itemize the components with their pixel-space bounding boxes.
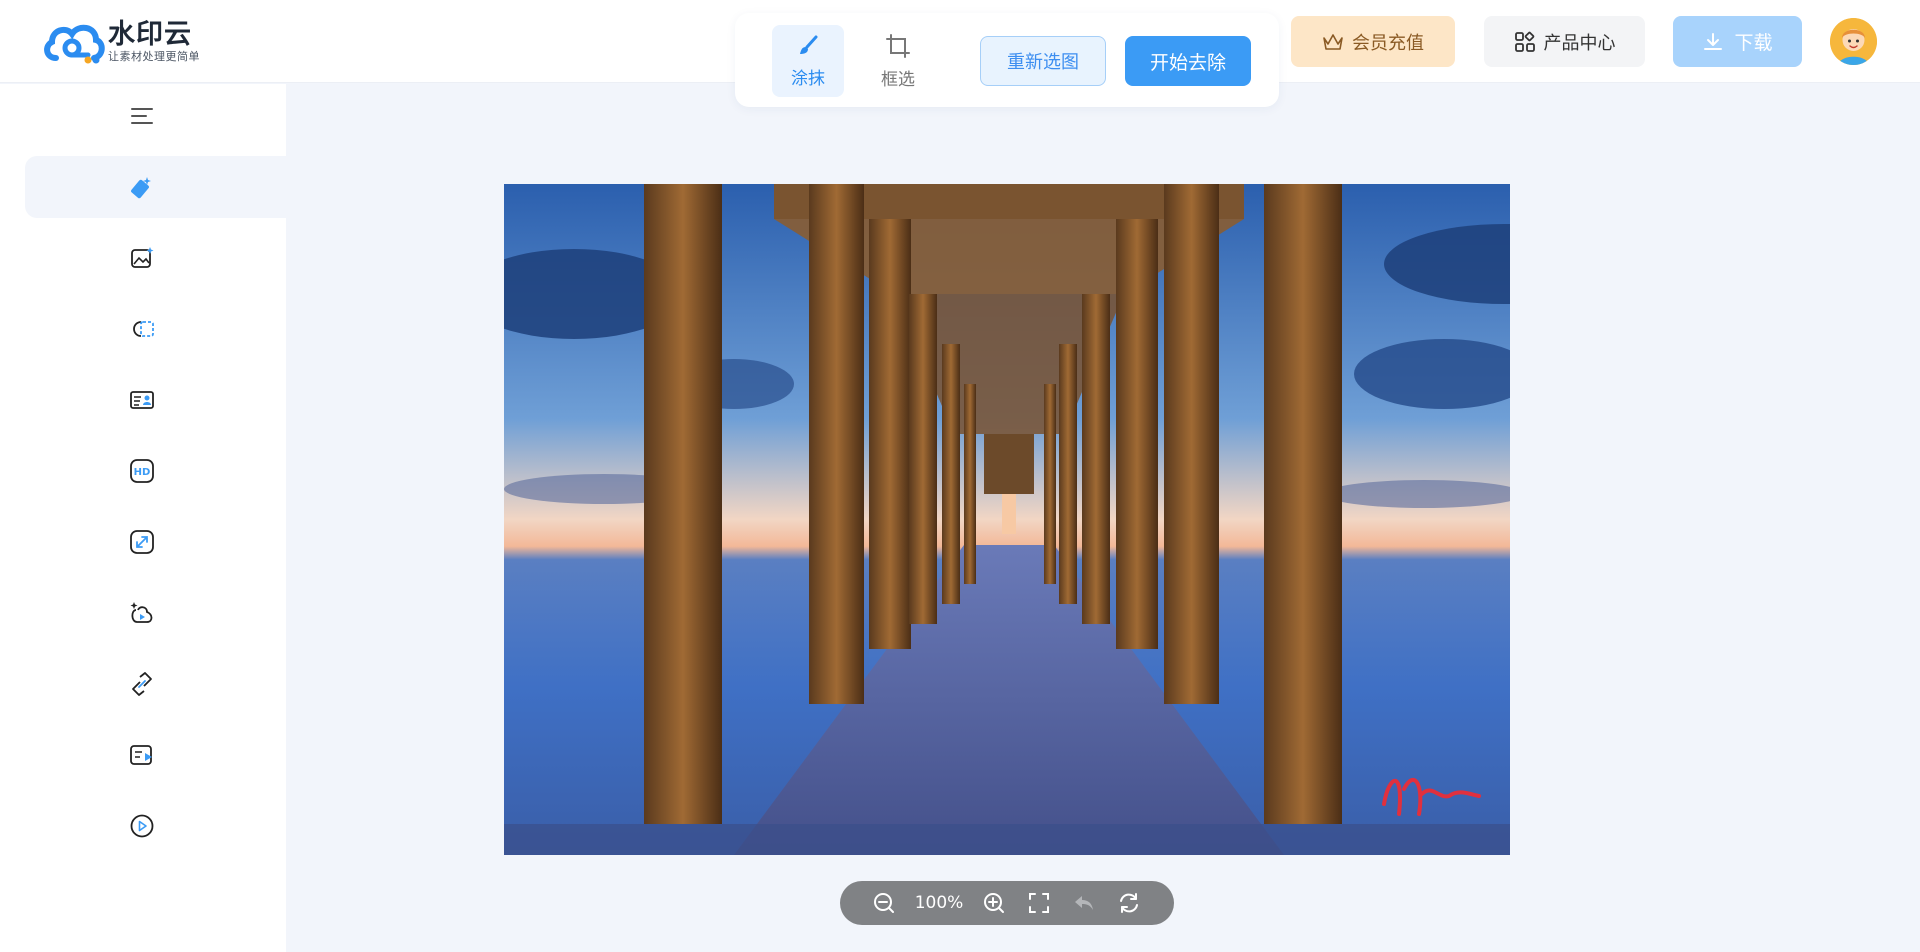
- zoom-value: 100%: [914, 893, 964, 913]
- eraser-icon: [130, 177, 151, 199]
- download-icon: [1704, 32, 1723, 50]
- product-center-button[interactable]: 产品中心: [1484, 16, 1645, 67]
- user-avatar-icon: [1830, 18, 1877, 65]
- tool-box-select[interactable]: 框选: [862, 25, 934, 97]
- fullscreen-icon: [1029, 893, 1049, 913]
- product-center-label: 产品中心: [1543, 32, 1616, 54]
- video-text-icon: [129, 745, 152, 765]
- undo-icon: [1075, 896, 1093, 910]
- member-recharge-button[interactable]: 会员充值: [1291, 16, 1455, 67]
- zoom-in-button[interactable]: [982, 891, 1006, 915]
- brush-icon: [800, 35, 818, 54]
- sidebar-item-expand-image[interactable]: [25, 511, 286, 573]
- sidebar-item-watermark-remove[interactable]: [25, 156, 286, 218]
- cutout-icon: [132, 321, 154, 337]
- cloud-logo-icon: [44, 24, 105, 64]
- sidebar-item-image-enhance[interactable]: [25, 227, 286, 289]
- ai-video-icon: [130, 602, 152, 623]
- zoom-out-icon: [874, 893, 894, 913]
- hd-icon: HD: [129, 459, 154, 483]
- sidebar-collapse-toggle[interactable]: [25, 85, 286, 147]
- sidebar-item-play[interactable]: [25, 795, 286, 857]
- id-photo-icon: [129, 391, 154, 409]
- link-icon: [131, 672, 152, 696]
- download-label: 下载: [1734, 32, 1773, 54]
- sidebar-item-link[interactable]: [25, 653, 286, 715]
- sidebar-item-ai-video[interactable]: [25, 582, 286, 644]
- tool-box-label: 框选: [881, 69, 915, 90]
- collapse-menu-icon: [130, 108, 153, 124]
- sidebar: HD: [0, 84, 286, 952]
- zoom-control-bar: 100%: [840, 881, 1174, 925]
- sidebar-item-video-text[interactable]: [25, 724, 286, 786]
- tool-paint-label: 涂抹: [791, 68, 825, 89]
- reset-button[interactable]: [1117, 891, 1141, 915]
- sidebar-item-id-photo[interactable]: [25, 369, 286, 431]
- zoom-in-icon: [984, 893, 1004, 913]
- svg-text:HD: HD: [133, 467, 150, 478]
- logo[interactable]: 水印云 让素材处理更简单: [42, 18, 200, 66]
- expand-image-icon: [129, 530, 154, 554]
- crown-icon: [1323, 33, 1343, 50]
- fullscreen-button[interactable]: [1027, 891, 1051, 915]
- undo-button[interactable]: [1072, 891, 1096, 915]
- avatar[interactable]: [1830, 18, 1877, 65]
- sidebar-item-hd[interactable]: HD: [25, 440, 286, 502]
- play-icon: [130, 814, 153, 838]
- reselect-image-button[interactable]: 重新选图: [980, 36, 1106, 86]
- editing-canvas-image[interactable]: [504, 184, 1510, 855]
- grid-apps-icon: [1514, 31, 1535, 52]
- tool-paint[interactable]: 涂抹: [772, 25, 844, 97]
- start-remove-button[interactable]: 开始去除: [1125, 36, 1251, 86]
- edit-toolbar: 涂抹 框选 重新选图 开始去除: [735, 13, 1279, 107]
- refresh-icon: [1120, 893, 1138, 913]
- image-enhance-icon: [130, 247, 153, 268]
- download-button[interactable]: 下载: [1673, 16, 1802, 67]
- member-recharge-label: 会员充值: [1352, 32, 1424, 54]
- pier-photo: [504, 184, 1510, 855]
- sidebar-item-cutout[interactable]: [25, 298, 286, 360]
- zoom-out-button[interactable]: [872, 891, 896, 915]
- crop-icon: [886, 33, 910, 58]
- logo-name: 水印云: [108, 19, 192, 50]
- logo-slogan: 让素材处理更简单: [108, 50, 200, 63]
